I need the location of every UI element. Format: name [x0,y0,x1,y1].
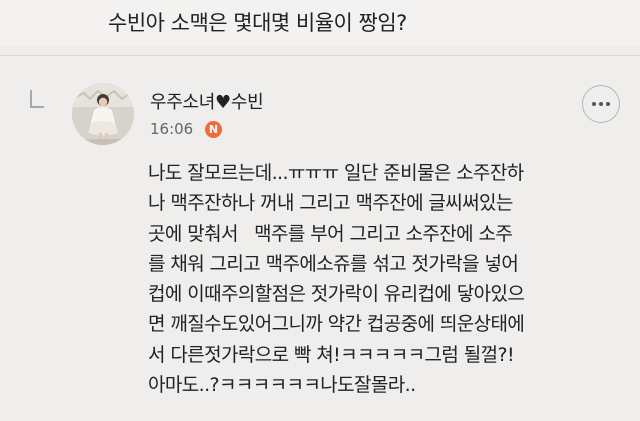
new-badge: N [205,121,222,138]
heart-icon: ♥ [215,92,231,113]
reply-arrow-icon [30,90,44,108]
comment-line: 아마도..?ㅋㅋㅋㅋㅋㅋ나도잘몰라.. [148,374,416,397]
divider [0,55,640,56]
comment-author[interactable]: 우주소녀♥수빈 [150,88,264,114]
comment-line: 를 채워 그리고 맥주에소쥬를 섞고 젓가락을 넣어 [148,252,519,275]
more-horizontal-icon-dot [592,102,596,106]
comment-line: 서 다른젓가락으로 빡 쳐!ㅋㅋㅋㅋㅋ그럼 될껄?! [148,343,515,366]
comment-line: 나도 잘모르는데...ㅠㅠㅠ 일단 준비물은 소주잔하 [148,162,524,184]
comment-line: 곳에 맞춰서 맥주를 부어 그리고 소주잔에 소주 [148,222,513,245]
avatar[interactable] [72,83,134,145]
comment-timestamp: 16:06 [150,120,194,138]
comment-body: 나도 잘모르는데...ㅠㅠㅠ 일단 준비물은 소주잔하 나 맥주잔하나 꺼내 그… [148,158,618,400]
comment-line: 나 맥주잔하나 꺼내 그리고 맥주잔에 글씨써있는 [148,192,513,215]
question-text: 수빈아 소맥은 몇대몇 비율이 짱임? [108,11,407,35]
comment-line: 컵에 이때주의할점은 젓가락이 유리컵에 닿아있으 [148,283,525,306]
more-options-button[interactable] [582,85,620,123]
author-name-suffix: 수빈 [230,92,264,113]
more-horizontal-icon-dot [606,102,610,106]
avatar-photo [72,83,134,145]
more-horizontal-icon-dot [599,102,603,106]
author-name-prefix: 우주소녀 [150,92,216,113]
comment-line: 면 깨질수도있어그니까 약간 컵공중에 띄운상태에 [148,313,525,336]
question-post: 수빈아 소맥은 몇대몇 비율이 짱임? [0,0,640,46]
